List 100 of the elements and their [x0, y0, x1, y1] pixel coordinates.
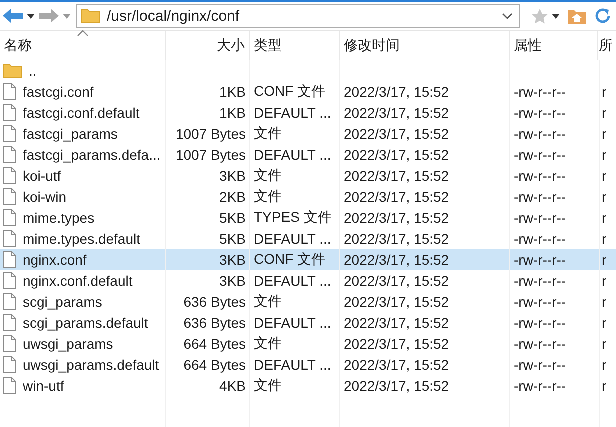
file-type: DEFAULT ... — [254, 272, 332, 288]
file-row[interactable]: .. — [0, 60, 616, 81]
file-permissions: -rw-r--r-- — [514, 168, 566, 184]
file-permissions: -rw-r--r-- — [514, 336, 566, 352]
file-type: 文件 — [254, 124, 282, 140]
file-size: 636 Bytes — [184, 294, 246, 310]
file-name: .. — [29, 62, 37, 78]
file-permissions: -rw-r--r-- — [514, 314, 566, 330]
refresh-icon[interactable] — [594, 7, 612, 25]
star-icon[interactable] — [531, 8, 549, 24]
file-row[interactable]: koi-utf 3KB 文件 2022/3/17, 15:52 -rw-r--r-- r — [0, 165, 616, 186]
column-header[interactable]: 修改时间 — [340, 31, 510, 60]
file-name: koi-win — [23, 188, 67, 204]
file-type: CONF 文件 — [254, 82, 326, 98]
file-permissions: -rw-r--r-- — [514, 146, 566, 162]
modified-time: 2022/3/17, 15:52 — [344, 356, 450, 372]
modified-time: 2022/3/17, 15:52 — [344, 84, 450, 100]
file-permissions: -rw-r--r-- — [514, 104, 566, 120]
file-type: 文件 — [254, 334, 282, 350]
file-name: nginx.conf — [23, 252, 87, 268]
file-row[interactable]: nginx.conf.default 3KB DEFAULT ... 2022/3/17, 15:52 -rw-r--r-- r — [0, 270, 616, 291]
file-name: scgi_params — [23, 294, 102, 310]
file-type: 文件 — [254, 166, 282, 182]
file-owner: r — [602, 168, 607, 184]
file-row[interactable]: koi-win 2KB 文件 2022/3/17, 15:52 -rw-r--r-- r — [0, 186, 616, 207]
file-icon — [3, 334, 17, 352]
file-row[interactable]: mime.types.default 5KB DEFAULT ... 2022/3/17, 15:52 -rw-r--r-- r — [0, 228, 616, 249]
caret-icon[interactable] — [552, 14, 560, 18]
file-icon — [3, 146, 17, 164]
file-name: koi-utf — [23, 168, 62, 184]
file-owner: r — [602, 146, 607, 162]
file-size: 4KB — [220, 378, 246, 394]
file-size: 1KB — [220, 104, 246, 120]
file-name: win-utf — [23, 378, 64, 394]
file-permissions: -rw-r--r-- — [514, 356, 566, 372]
file-row[interactable]: fastcgi.conf 1KB CONF 文件 2022/3/17, 15:52 -rw-r--r-- r — [0, 81, 616, 102]
file-icon — [3, 230, 17, 248]
file-row[interactable]: scgi_params.default 636 Bytes DEFAULT ... 2022/3/17, 15:52 -rw-r--r-- r — [0, 312, 616, 333]
file-permissions: -rw-r--r-- — [514, 294, 566, 310]
column-header[interactable]: 属性 — [510, 31, 598, 60]
file-permissions: -rw-r--r-- — [514, 252, 566, 268]
column-header[interactable]: 大小 — [166, 31, 250, 60]
file-icon — [3, 166, 17, 184]
file-size: 3KB — [220, 168, 246, 184]
file-icon — [3, 208, 17, 226]
file-type: DEFAULT ... — [254, 230, 332, 246]
modified-time: 2022/3/17, 15:52 — [344, 252, 450, 268]
file-icon — [3, 272, 17, 290]
column-header[interactable]: 所 — [598, 31, 616, 60]
file-size: 664 Bytes — [184, 336, 246, 352]
file-row[interactable]: scgi_params 636 Bytes 文件 2022/3/17, 15:52 -rw-r--r-- r — [0, 291, 616, 312]
file-owner: r — [602, 84, 607, 100]
file-type: 文件 — [254, 292, 282, 308]
path-field[interactable]: /usr/local/nginx/conf — [76, 4, 520, 28]
modified-time: 2022/3/17, 15:52 — [344, 230, 450, 246]
caret-icon[interactable] — [27, 14, 35, 18]
file-row[interactable]: nginx.conf 3KB CONF 文件 2022/3/17, 15:52 -rw-r--r-- r — [0, 249, 616, 270]
file-name: mime.types — [23, 210, 95, 226]
file-type: TYPES 文件 — [254, 208, 332, 224]
file-size: 5KB — [220, 210, 246, 226]
file-row[interactable]: fastcgi.conf.default 1KB DEFAULT ... 2022/3/17, 15:52 -rw-r--r-- r — [0, 102, 616, 123]
file-icon — [3, 250, 17, 268]
file-icon — [3, 292, 17, 310]
modified-time: 2022/3/17, 15:52 — [344, 336, 450, 352]
file-size: 3KB — [220, 272, 246, 288]
file-type: DEFAULT ... — [254, 314, 332, 330]
file-type: DEFAULT ... — [254, 356, 332, 372]
file-row[interactable]: fastcgi_params 1007 Bytes 文件 2022/3/17, 15:52 -rw-r--r-- r — [0, 123, 616, 144]
file-icon — [3, 356, 17, 374]
home-folder-icon[interactable] — [567, 8, 587, 24]
file-owner: r — [602, 294, 607, 310]
file-icon — [3, 104, 17, 122]
modified-time: 2022/3/17, 15:52 — [344, 314, 450, 330]
file-type: DEFAULT ... — [254, 104, 332, 120]
file-size: 2KB — [220, 188, 246, 204]
file-permissions: -rw-r--r-- — [514, 230, 566, 246]
modified-time: 2022/3/17, 15:52 — [344, 104, 450, 120]
file-row[interactable]: fastcgi_params.defa... 1007 Bytes DEFAULT ... 2022/3/17, 15:52 -rw-r--r-- r — [0, 144, 616, 165]
file-owner: r — [602, 126, 607, 142]
file-permissions: -rw-r--r-- — [514, 84, 566, 100]
file-row[interactable]: mime.types 5KB TYPES 文件 2022/3/17, 15:52 -rw-r--r-- r — [0, 207, 616, 228]
file-owner: r — [602, 272, 607, 288]
file-icon — [3, 314, 17, 332]
file-row[interactable]: win-utf 4KB 文件 2022/3/17, 15:52 -rw-r--r-- r — [0, 375, 616, 396]
file-name: fastcgi_params.defa... — [23, 146, 161, 162]
modified-time: 2022/3/17, 15:52 — [344, 210, 450, 226]
file-row[interactable]: uwsgi_params.default 664 Bytes DEFAULT ... 2022/3/17, 15:52 -rw-r--r-- r — [0, 354, 616, 375]
path-text: /usr/local/nginx/conf — [107, 8, 241, 24]
column-header[interactable]: 名称 — [0, 31, 166, 60]
file-icon — [3, 82, 17, 100]
file-owner: r — [602, 230, 607, 246]
file-size: 1KB — [220, 84, 246, 100]
file-name: scgi_params.default — [23, 314, 148, 330]
file-owner: r — [602, 356, 607, 372]
file-name: fastcgi.conf — [23, 84, 94, 100]
modified-time: 2022/3/17, 15:52 — [344, 272, 450, 288]
file-row[interactable]: uwsgi_params 664 Bytes 文件 2022/3/17, 15:52 -rw-r--r-- r — [0, 333, 616, 354]
file-icon — [3, 124, 17, 142]
column-header[interactable]: 类型 — [250, 31, 340, 60]
chevron-down-icon[interactable] — [502, 12, 513, 20]
